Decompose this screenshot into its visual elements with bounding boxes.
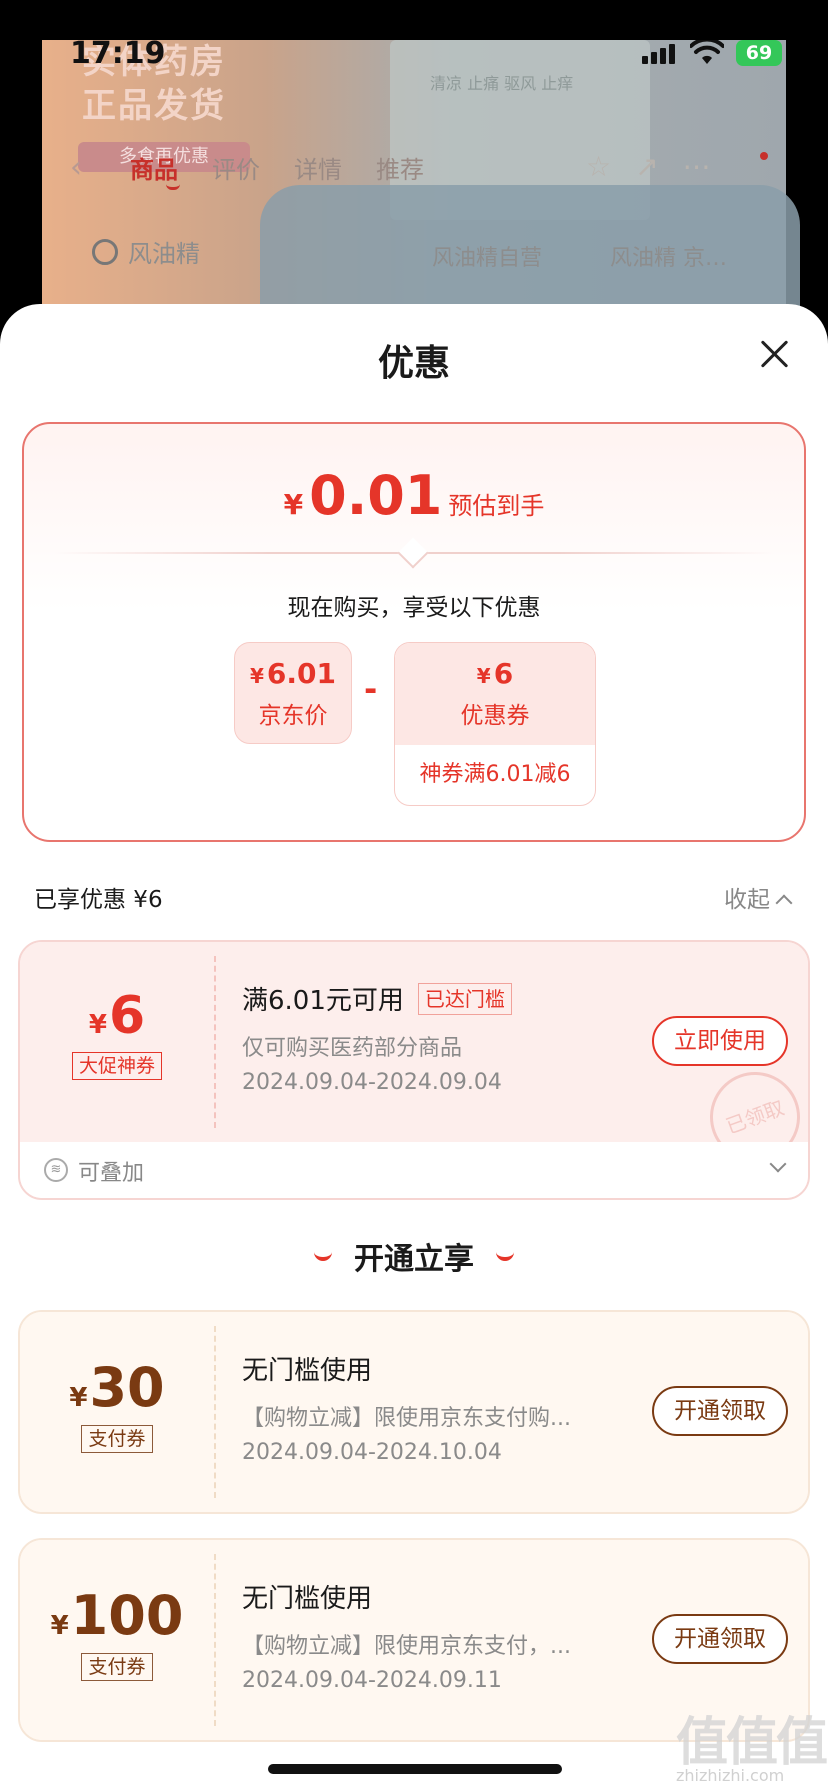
search-suggestion-1[interactable]: 风油精自营 — [432, 240, 542, 272]
coupon-label: 优惠券 — [460, 703, 530, 729]
watermark-url: zhizhizhi.com — [676, 1766, 785, 1785]
applied-coupon-card: ¥6 大促神券 满6.01元可用 已达门槛 仅可购买医药部分商品 2024.09.… — [18, 940, 810, 1200]
coupon-value: 6 — [493, 657, 514, 690]
coupon-type-tag: 支付券 — [81, 1425, 153, 1453]
collapse-label: 收起 — [724, 887, 770, 913]
coupon-amount-area: ¥30 支付券 — [20, 1312, 214, 1512]
ticket-separator — [214, 956, 216, 1128]
coupon-amount: 30 — [89, 1356, 165, 1419]
ticket-separator — [214, 1326, 216, 1498]
coupon-deduction-box: ¥6 优惠券 神券满6.01减6 — [394, 642, 596, 806]
estimated-price-label: 预估到手 — [448, 492, 545, 520]
signal-icon — [642, 44, 675, 64]
search-icon — [92, 238, 118, 265]
status-bar: 17:19 69 — [0, 0, 828, 100]
coupon-type-tag: 支付券 — [81, 1653, 153, 1681]
wifi-icon — [690, 40, 724, 64]
discount-sheet: 优惠 ¥0.01 预估到手 现在购买，享受以下优惠 ¥6.01 京东价 - ¥6 … — [0, 304, 828, 1792]
header-action-icons: ☆↗⋯ — [586, 150, 735, 183]
coupon-validity-date: 2024.09.04-2024.10.04 — [242, 1440, 502, 1465]
estimated-price-yen: ¥ — [283, 488, 304, 521]
more-icon[interactable]: ⋯ — [683, 150, 735, 183]
home-indicator[interactable] — [268, 1764, 562, 1774]
chevron-left-icon[interactable]: ‹ — [70, 150, 130, 185]
chevron-up-icon — [775, 894, 793, 912]
coupon-title-text: 满6.01元可用 — [242, 986, 404, 1016]
smile-decoration-icon — [496, 1251, 514, 1261]
estimated-price-value: 0.01 — [309, 464, 443, 527]
battery-icon: 69 — [736, 40, 782, 66]
chevron-down-icon[interactable] — [769, 1155, 787, 1173]
coupon-validity-date: 2024.09.04-2024.09.11 — [242, 1668, 502, 1693]
notification-dot — [760, 152, 768, 160]
applied-discount-text: 已享优惠 ¥6 — [34, 887, 163, 913]
use-now-button[interactable]: 立即使用 — [652, 1016, 788, 1066]
stack-icon: ≋ — [44, 1158, 68, 1182]
coupon-amount: 6 — [108, 986, 146, 1046]
coupon-amount-area: ¥100 支付券 — [20, 1540, 214, 1740]
search-suggestion-2[interactable]: 风油精 京… — [610, 240, 727, 272]
tab-details[interactable]: 详情 — [294, 150, 342, 185]
stackable-label: 可叠加 — [78, 1161, 145, 1186]
activate-claim-button[interactable]: 开通领取 — [652, 1614, 788, 1664]
star-icon[interactable]: ☆ — [586, 150, 635, 183]
jd-price-yen: ¥ — [249, 664, 264, 688]
tab-recommend[interactable]: 推荐 — [376, 150, 424, 185]
coupon-title: 无门槛使用 — [242, 1356, 373, 1386]
coupon-amount: 100 — [70, 1584, 184, 1647]
coupon-validity-date: 2024.09.04-2024.09.04 — [242, 1070, 502, 1095]
buy-now-text: 现在购买，享受以下优惠 — [287, 595, 541, 621]
coupon-amount-yen: ¥ — [50, 1611, 69, 1641]
activate-claim-button[interactable]: 开通领取 — [652, 1386, 788, 1436]
coupon-amount-yen: ¥ — [88, 1010, 107, 1040]
section-title-open-benefits: 开通立享 — [0, 1234, 828, 1278]
product-tabs: ‹ 商品 评价 详情 推荐 — [70, 150, 458, 185]
tab-goods[interactable]: 商品 — [130, 150, 178, 185]
coupon-amount-area: ¥6 大促神券 — [20, 942, 214, 1142]
coupon-detail: 神券满6.01减6 — [419, 762, 571, 787]
search-bar[interactable]: 风油精 — [92, 234, 200, 269]
coupon-type-tag: 大促神券 — [71, 1052, 162, 1080]
divider-notch — [397, 537, 429, 569]
coupon-description: 【购物立减】限使用京东支付购... — [242, 1406, 571, 1431]
jd-price-value: 6.01 — [266, 657, 336, 690]
stackable-row[interactable]: ≋ 可叠加 — [20, 1142, 808, 1198]
coupon-description: 仅可购买医药部分商品 — [242, 1036, 463, 1061]
close-icon[interactable] — [754, 334, 794, 374]
jd-price-label: 京东价 — [258, 703, 328, 729]
threshold-reached-tag: 已达门槛 — [417, 983, 512, 1015]
share-icon[interactable]: ↗ — [635, 150, 682, 183]
jd-price-box: ¥6.01 京东价 — [234, 642, 352, 744]
minus-sign: - — [364, 670, 378, 708]
coupon-title: 满6.01元可用 已达门槛 — [242, 980, 512, 1017]
collapse-button[interactable]: 收起 — [724, 880, 793, 914]
section-title-text: 开通立享 — [354, 1242, 474, 1277]
ticket-separator — [214, 1554, 216, 1726]
estimated-price: ¥0.01 预估到手 — [24, 464, 804, 527]
coupon-amount-yen: ¥ — [69, 1383, 88, 1413]
coupon-description: 【购物立减】限使用京东支付，... — [242, 1634, 571, 1659]
coupon-yen: ¥ — [476, 664, 491, 688]
coupon-title: 无门槛使用 — [242, 1584, 373, 1614]
payment-coupon-card: ¥30 支付券 无门槛使用 【购物立减】限使用京东支付购... 2024.09.… — [18, 1310, 810, 1514]
tab-reviews[interactable]: 评价 — [212, 150, 260, 185]
watermark-logo: 值值值 — [676, 1713, 828, 1773]
smile-decoration-icon — [314, 1251, 332, 1261]
sheet-title: 优惠 — [377, 343, 450, 384]
status-time: 17:19 — [70, 36, 166, 71]
price-summary-card: ¥0.01 预估到手 现在购买，享受以下优惠 ¥6.01 京东价 - ¥6 优惠券… — [22, 422, 806, 842]
search-text: 风油精 — [128, 240, 200, 268]
